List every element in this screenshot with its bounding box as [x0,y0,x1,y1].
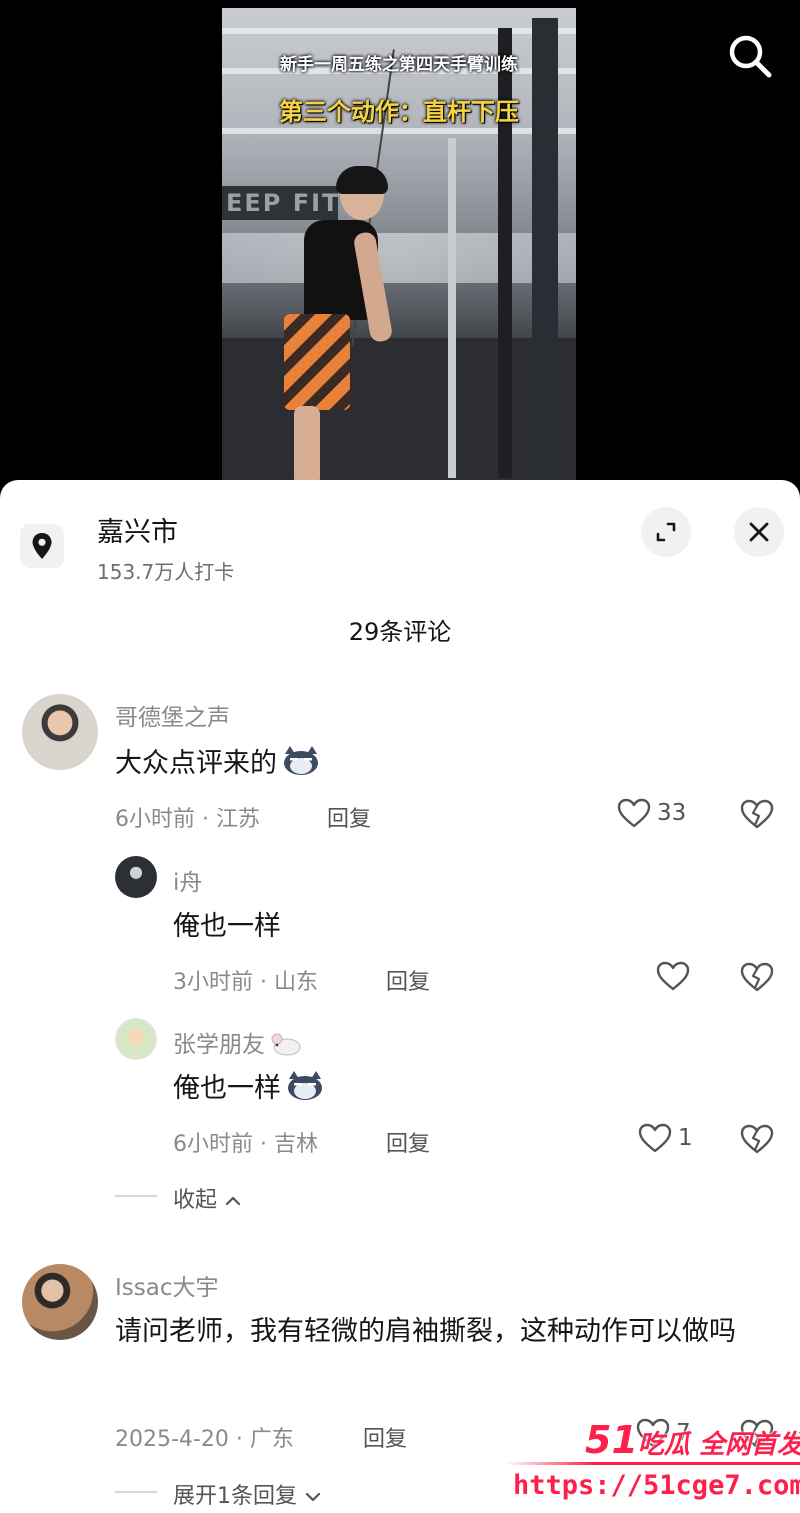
watermark-brand: 51吃瓜 全网首发 [585,1418,800,1462]
comment-username[interactable]: Issac大宇 [115,1268,219,1302]
gym-floor [222,338,576,482]
reply-button[interactable]: 回复 [386,964,430,996]
like-button[interactable]: 1 [638,1123,693,1153]
expand-button[interactable] [641,507,691,557]
person-hair [336,166,388,194]
comments-sheet: 嘉兴市 153.7万人打卡 29条评论 哥德堡之声 大众点评来的 6小时前 · … [0,480,800,1513]
broken-heart-icon[interactable] [740,798,774,830]
reply-meta: 3小时前 · 山东 [173,970,318,995]
cat-emoji-icon [284,746,318,775]
like-count: 1 [678,1125,693,1151]
location-checkins: 153.7万人打卡 [97,560,235,584]
location-name[interactable]: 嘉兴市 [97,510,178,549]
comment-text-content: 大众点评来的 [115,748,277,779]
reply-button[interactable]: 回复 [386,1126,430,1158]
comment-text: 大众点评来的 [115,742,321,786]
collapse-label: 收起 [173,1188,218,1213]
collapse-replies-button[interactable]: 收起 [173,1182,242,1214]
person-leg [294,406,320,482]
expand-label: 展开1条回复 [173,1484,297,1509]
expand-replies-button[interactable]: 展开1条回复 [173,1478,322,1510]
ceiling-beam [222,128,576,134]
reply-meta: 6小时前 · 吉林 [173,1132,318,1157]
watermark-brand-number: 51 [585,1418,638,1462]
like-count: 33 [657,800,687,826]
watermark-url: https://51cge7.com [513,1470,800,1501]
location-pin-icon[interactable] [20,524,64,568]
reply-username-text: 张学朋友 [173,1032,265,1058]
watermark-brand-text: 吃瓜 全网首发 [637,1430,800,1460]
avatar[interactable] [22,694,98,770]
thread-divider [115,1195,157,1197]
reply-username[interactable]: i舟 [173,863,202,897]
video-frame[interactable]: EEP FIT 新手一周五练之第四天手臂训练 第三个动作：直杆下压 [222,8,576,482]
reply-button[interactable]: 回复 [327,801,371,833]
watermark-divider [505,1462,800,1465]
comment-count: 29条评论 [348,618,452,646]
reply-username[interactable]: 张学朋友 [173,1025,302,1059]
video-caption-title: 新手一周五练之第四天手臂训练 [280,55,518,75]
thread-divider [115,1491,157,1493]
cable-machine-post [448,138,456,478]
close-icon [749,522,769,542]
reply-text: 俺也一样 [173,911,281,942]
like-button[interactable] [656,961,696,991]
search-icon[interactable] [726,32,774,80]
person-shorts [284,314,350,410]
like-button[interactable]: 33 [617,798,686,828]
heart-icon [656,961,690,991]
video-player[interactable]: EEP FIT 新手一周五练之第四天手臂训练 第三个动作：直杆下压 [0,0,800,500]
cable-machine-post [532,18,558,478]
reply-text-content: 俺也一样 [173,1073,281,1104]
reply-button[interactable]: 回复 [363,1421,407,1453]
heart-icon [638,1123,672,1153]
broken-heart-icon[interactable] [740,1123,774,1155]
comment-username[interactable]: 哥德堡之声 [115,698,230,732]
close-button[interactable] [734,507,784,557]
watermark: 51吃瓜 全网首发 https://51cge7.com [505,1410,800,1513]
video-caption-subtitle: 第三个动作：直杆下压 [279,97,519,126]
heart-icon [617,798,651,828]
comment-text: 请问老师，我有轻微的肩袖撕裂，这种动作可以做吗 [115,1316,736,1347]
chevron-down-icon [305,1492,321,1502]
gym-window [222,233,576,283]
gym-sign: EEP FIT [222,186,338,220]
chevron-up-icon [225,1196,241,1206]
mouse-emoji-icon [271,1033,301,1056]
avatar[interactable] [115,856,157,898]
cat-emoji-icon [288,1071,322,1100]
expand-icon [656,522,676,542]
avatar[interactable] [115,1018,157,1060]
comment-meta: 2025-4-20 · 广东 [115,1427,294,1452]
comment-meta: 6小时前 · 江苏 [115,807,260,832]
reply-text: 俺也一样 [173,1067,325,1111]
broken-heart-icon[interactable] [740,961,774,993]
ceiling-beam [222,28,576,34]
avatar[interactable] [22,1264,98,1340]
